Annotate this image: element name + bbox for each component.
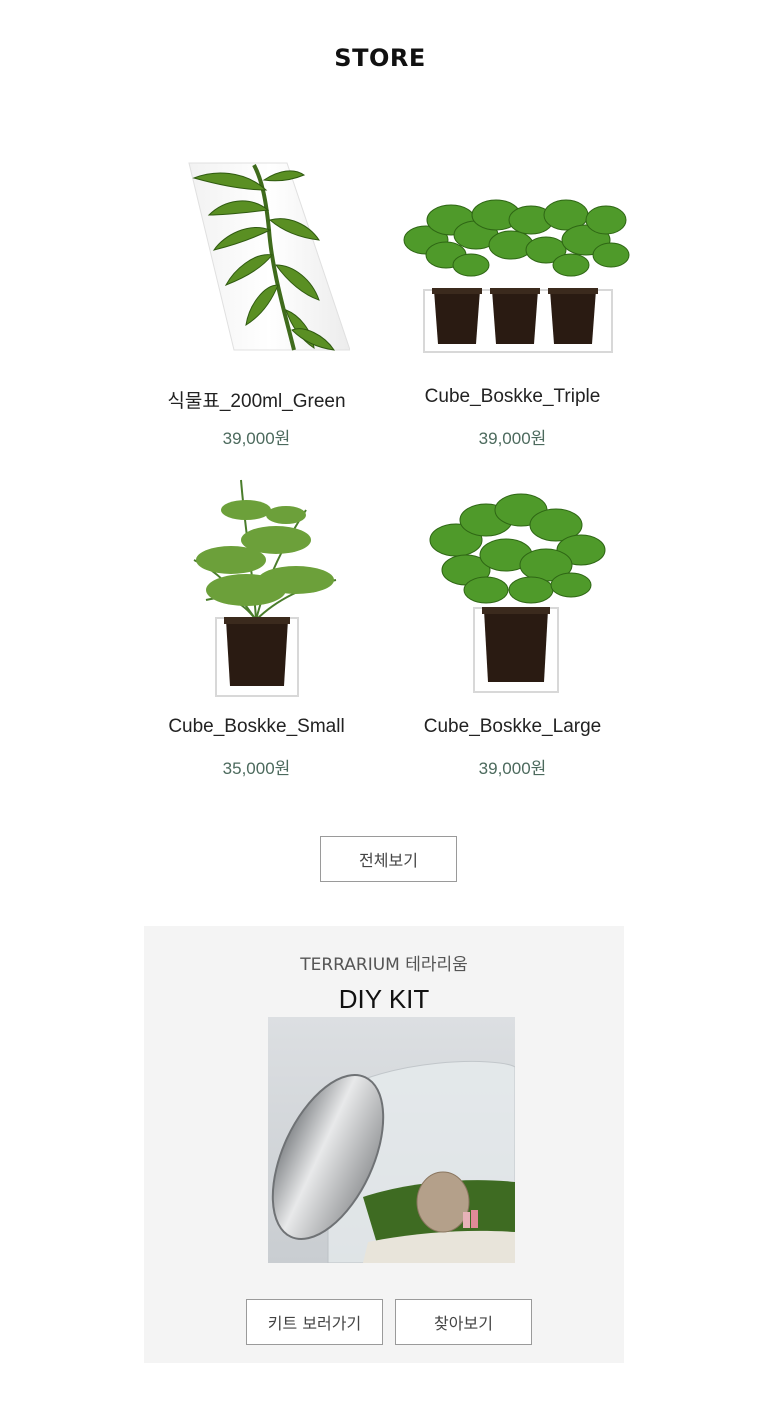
product-card[interactable]: 식물표_200ml_Green 39,000원 bbox=[134, 160, 379, 448]
kit-subtitle: TERRARIUM 테라리움 bbox=[300, 955, 468, 975]
find-button[interactable]: 찾아보기 bbox=[395, 1299, 532, 1345]
product-name[interactable]: Cube_Boskke_Triple bbox=[390, 386, 635, 408]
product-name[interactable]: 식물표_200ml_Green bbox=[134, 386, 379, 413]
product-image[interactable] bbox=[396, 160, 630, 356]
view-kit-button[interactable]: 키트 보러가기 bbox=[246, 1299, 383, 1345]
product-price: 39,000원 bbox=[478, 429, 547, 448]
product-price: 39,000원 bbox=[478, 759, 547, 778]
kit-title: DIY KIT bbox=[338, 984, 430, 1014]
product-image[interactable] bbox=[186, 470, 346, 700]
product-image[interactable] bbox=[154, 160, 351, 352]
product-price: 35,000원 bbox=[222, 759, 291, 778]
product-name[interactable]: Cube_Boskke_Small bbox=[134, 716, 379, 738]
diy-kit-section: TERRARIUM 테라리움 DIY KIT 키트 보러가기 찾아보기 bbox=[144, 926, 624, 1363]
product-price: 39,000원 bbox=[222, 429, 291, 448]
product-card[interactable]: Cube_Boskke_Triple 39,000원 bbox=[390, 160, 635, 448]
product-card[interactable]: Cube_Boskke_Large 39,000원 bbox=[390, 490, 635, 778]
view-all-button[interactable]: 전체보기 bbox=[320, 836, 457, 882]
page-title: STORE bbox=[334, 44, 426, 72]
product-card[interactable]: Cube_Boskke_Small 35,000원 bbox=[134, 470, 379, 778]
product-name[interactable]: Cube_Boskke_Large bbox=[390, 716, 635, 738]
product-image[interactable] bbox=[426, 490, 606, 696]
terrarium-image[interactable] bbox=[268, 1017, 516, 1264]
